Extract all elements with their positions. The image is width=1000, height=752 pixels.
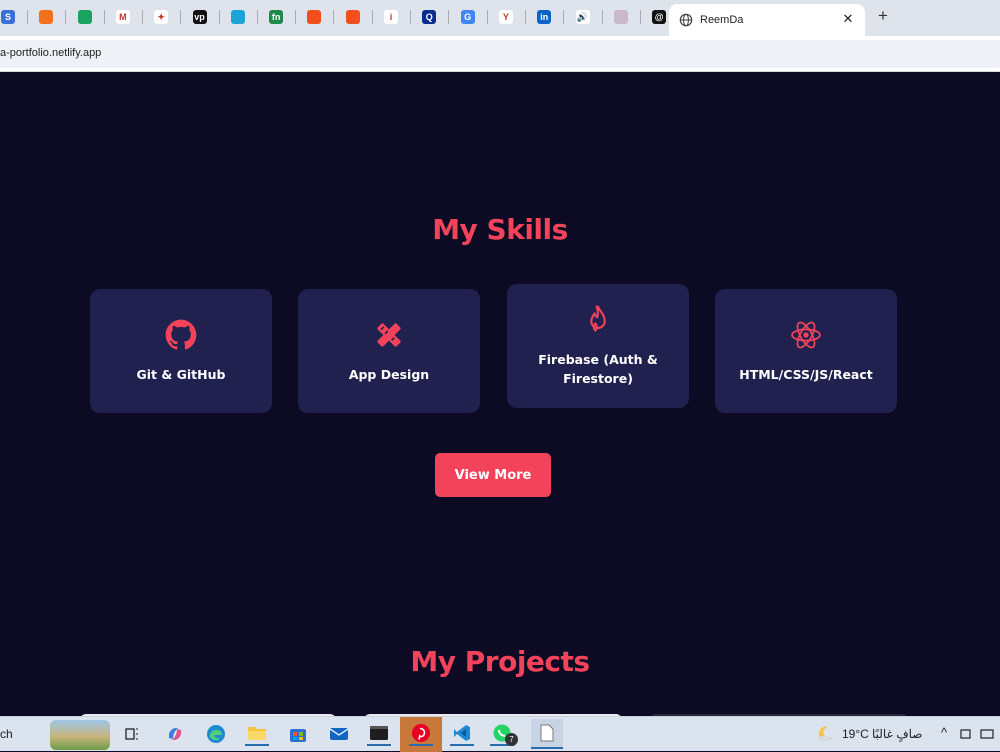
fire-tab[interactable] bbox=[36, 7, 56, 27]
active-tab[interactable]: ReemDa ✕ bbox=[669, 4, 865, 36]
app-favicon-icon: S bbox=[1, 10, 15, 24]
q-favicon-icon: Q bbox=[422, 10, 437, 24]
skill-card-git: Git & GitHub bbox=[90, 289, 272, 413]
skill-label: Firebase (Auth & Firestore) bbox=[538, 352, 658, 386]
tab-separator bbox=[410, 10, 411, 24]
y-favicon-icon: Y bbox=[498, 10, 513, 24]
tab-separator bbox=[180, 10, 182, 24]
info-favicon-icon: i bbox=[384, 10, 398, 24]
pinterest-icon[interactable] bbox=[409, 722, 433, 746]
firebase-icon bbox=[590, 305, 606, 332]
tab-separator bbox=[639, 10, 641, 24]
file-explorer-icon[interactable] bbox=[245, 722, 269, 746]
skill-card-web: HTML/CSS/JS/React bbox=[715, 289, 897, 413]
mail-icon[interactable] bbox=[327, 722, 351, 746]
circle-favicon-icon bbox=[230, 10, 245, 24]
edge-icon[interactable] bbox=[204, 722, 228, 746]
copilot-icon[interactable] bbox=[163, 722, 187, 746]
y-tab[interactable]: Y bbox=[496, 7, 516, 27]
tab-separator bbox=[448, 10, 450, 24]
store-icon[interactable] bbox=[286, 722, 310, 746]
q-tab[interactable]: Q bbox=[419, 7, 439, 27]
image-tab[interactable] bbox=[611, 7, 631, 27]
circle-tab[interactable] bbox=[228, 7, 248, 27]
google-favicon-icon: G bbox=[460, 10, 475, 24]
portfolio-page: My Skills Git & GitHub App Design Fireba… bbox=[0, 72, 1000, 716]
gemini-tab[interactable]: ✦ bbox=[151, 7, 171, 27]
whatsapp-badge: 7 bbox=[505, 733, 518, 746]
terminal-icon[interactable] bbox=[367, 722, 391, 746]
gmail-tab[interactable]: M bbox=[113, 7, 133, 27]
weather-temp: 19°C bbox=[842, 727, 869, 741]
tab-separator bbox=[65, 10, 67, 24]
weather-desc: صافٍ غالبًا bbox=[872, 727, 923, 741]
tab-separator bbox=[256, 10, 258, 24]
vscode-icon[interactable] bbox=[450, 722, 474, 746]
react-icon bbox=[791, 321, 821, 348]
app-tab[interactable]: S bbox=[0, 7, 18, 27]
meet-icon[interactable] bbox=[958, 722, 974, 746]
url-text: a-portfolio.netlify.app bbox=[0, 47, 102, 59]
gemini-favicon-icon: ✦ bbox=[154, 10, 169, 24]
fn-favicon-icon: fn bbox=[269, 10, 284, 24]
vp-tab[interactable]: vp bbox=[190, 7, 210, 27]
skill-label: Git & GitHub bbox=[136, 366, 226, 382]
design-tools-icon bbox=[377, 322, 401, 347]
linkedin-tab[interactable]: in bbox=[534, 7, 554, 27]
windows-taskbar: ch 7 19°C صافٍ غالبًا ^ bbox=[0, 716, 1000, 752]
new-tab-button[interactable]: + bbox=[873, 6, 893, 26]
network-icon[interactable] bbox=[977, 722, 997, 746]
whatsapp-icon[interactable]: 7 bbox=[490, 722, 518, 746]
threads-favicon-icon: @ bbox=[652, 10, 667, 24]
gmail-favicon-icon: M bbox=[115, 10, 130, 24]
figma-tab-2[interactable] bbox=[343, 7, 363, 27]
skills-title: My Skills bbox=[432, 213, 568, 246]
tab-separator bbox=[524, 10, 526, 24]
tab-separator bbox=[218, 10, 220, 24]
skill-card-firebase: Firebase (Auth & Firestore) bbox=[507, 284, 689, 408]
view-more-button[interactable]: View More bbox=[435, 453, 551, 497]
browser-toolbar: a-portfolio.netlify.app bbox=[0, 36, 1000, 72]
github-icon bbox=[165, 319, 197, 350]
tab-separator bbox=[295, 10, 297, 24]
calendar-favicon-icon bbox=[77, 10, 92, 24]
notepad-icon[interactable] bbox=[531, 719, 563, 749]
close-tab-icon[interactable]: ✕ bbox=[841, 13, 855, 27]
taskbar-search-text[interactable]: ch bbox=[0, 727, 13, 741]
tab-separator bbox=[333, 10, 335, 24]
projects-title: My Projects bbox=[410, 645, 590, 678]
threads-tab[interactable]: @ bbox=[649, 7, 669, 27]
tab-separator bbox=[563, 10, 565, 24]
linkedin-favicon-icon: in bbox=[537, 10, 552, 24]
chevron-up-icon[interactable]: ^ bbox=[941, 725, 947, 740]
address-bar[interactable]: a-portfolio.netlify.app bbox=[0, 40, 1000, 68]
tab-separator bbox=[601, 10, 603, 24]
fn-tab[interactable]: fn bbox=[266, 7, 286, 27]
speaker-favicon-icon: 🔊 bbox=[575, 10, 590, 24]
active-tab-title: ReemDa bbox=[700, 14, 744, 26]
figma-tab[interactable] bbox=[304, 7, 324, 27]
tab-separator bbox=[27, 10, 28, 24]
figma-2-favicon-icon bbox=[345, 10, 360, 24]
calendar-tab[interactable] bbox=[75, 7, 95, 27]
skill-card-app-design: App Design bbox=[298, 289, 480, 413]
tab-separator bbox=[486, 10, 488, 24]
figma-favicon-icon bbox=[307, 10, 322, 24]
vp-favicon-icon: vp bbox=[192, 10, 207, 24]
info-tab[interactable]: i bbox=[381, 7, 401, 27]
search-highlight-image[interactable] bbox=[50, 720, 110, 750]
google-tab[interactable]: G bbox=[458, 7, 478, 27]
speaker-tab[interactable]: 🔊 bbox=[573, 7, 593, 27]
weather-icon[interactable] bbox=[813, 722, 837, 746]
globe-icon bbox=[679, 13, 693, 27]
tab-separator bbox=[103, 10, 105, 24]
skill-label: HTML/CSS/JS/React bbox=[739, 366, 873, 382]
tab-separator bbox=[141, 10, 143, 24]
image-favicon-icon bbox=[613, 10, 628, 24]
fire-favicon-icon bbox=[39, 10, 54, 24]
task-view-icon[interactable] bbox=[120, 722, 144, 746]
browser-tabstrip: S M ✦ vp fn i Q G Yin 🔊 @ ReemDa ✕ + bbox=[0, 0, 1000, 36]
skill-label: App Design bbox=[348, 366, 430, 382]
tab-separator bbox=[371, 10, 373, 24]
